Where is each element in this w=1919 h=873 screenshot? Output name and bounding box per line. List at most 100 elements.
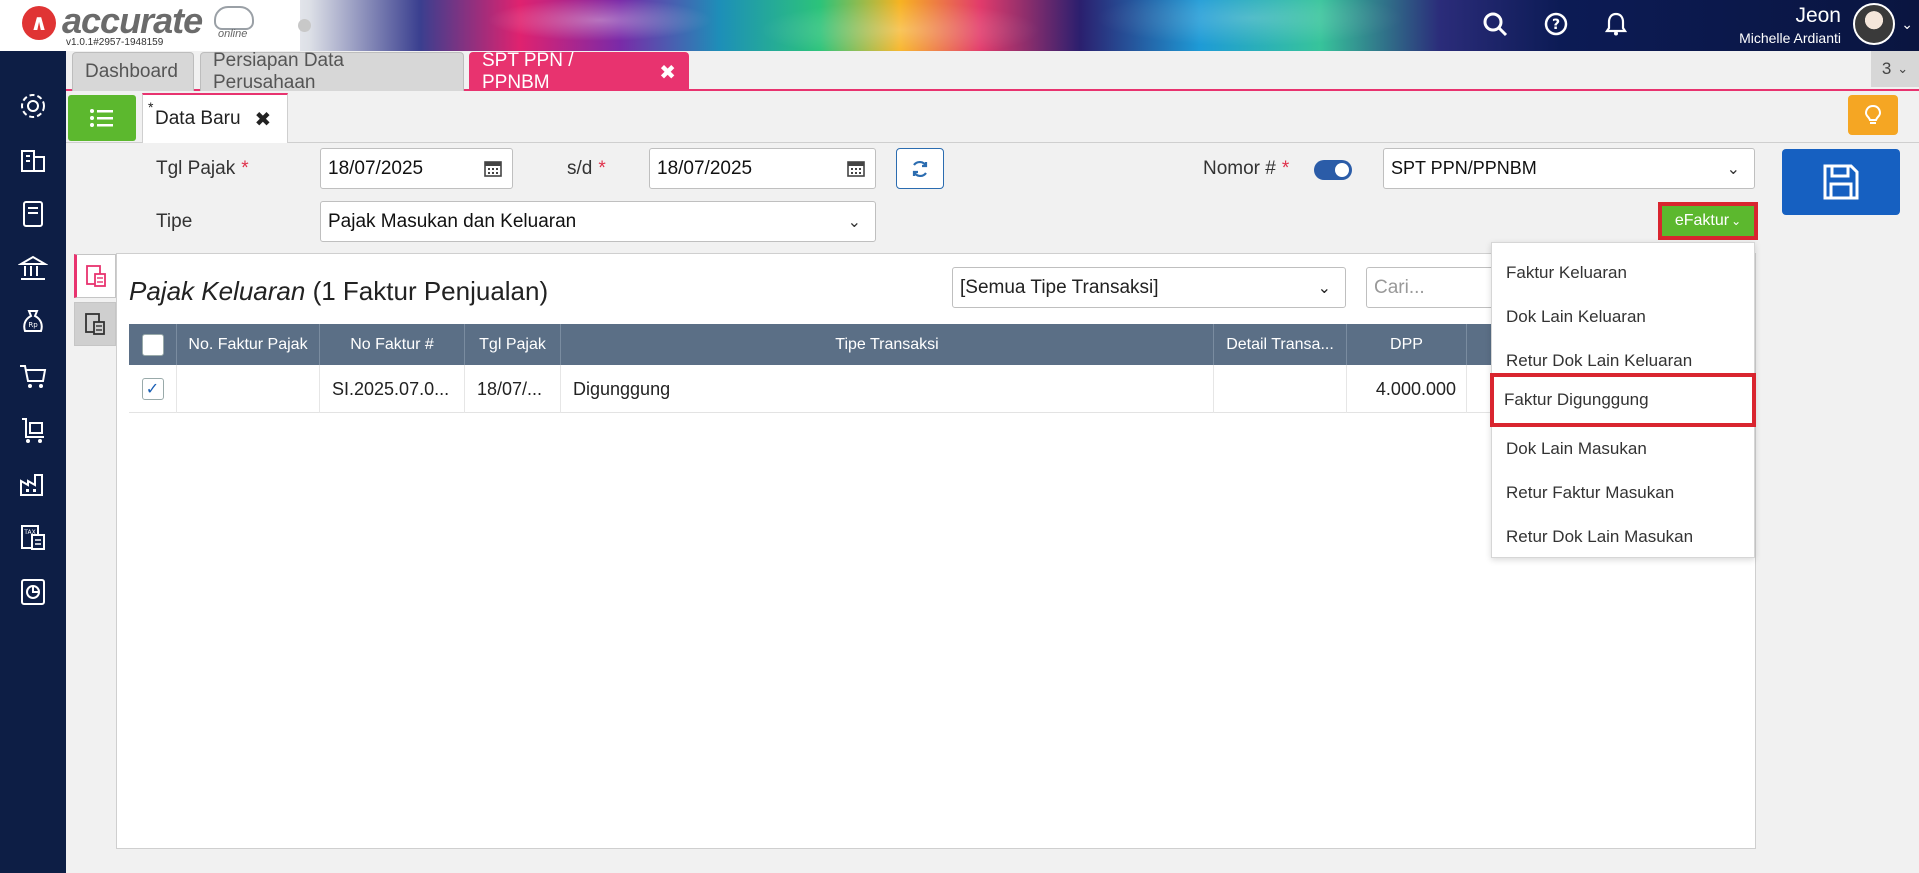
cloud-icon [214, 6, 254, 30]
calendar-icon[interactable] [847, 159, 865, 177]
nomor-label: Nomor # * [1203, 158, 1290, 179]
cart-icon[interactable] [16, 359, 50, 393]
tab-label: Dashboard [85, 61, 178, 82]
svg-text:?: ? [1552, 17, 1560, 33]
chevron-down-icon: ⌄ [1731, 214, 1742, 228]
panel-title-main: Pajak Keluaran [129, 276, 306, 306]
menu-item-retur-dok-lain-masukan[interactable]: Retur Dok Lain Masukan [1492, 515, 1754, 559]
tgl-pajak-from-input[interactable]: 18/07/2025 [320, 148, 513, 189]
top-bar: ∧ accurate online v1.0.1#2957-1948159 ? … [0, 0, 1919, 51]
calendar-icon[interactable] [484, 159, 502, 177]
tab-dashboard[interactable]: Dashboard [72, 52, 194, 91]
tgl-pajak-to-input[interactable]: 18/07/2025 [649, 148, 876, 189]
tax-doc-icon[interactable]: TAX [16, 521, 50, 555]
save-button[interactable] [1782, 149, 1900, 215]
module-tab-bar: Dashboard Persiapan Data Perusahaan SPT … [66, 50, 1919, 93]
gear-icon[interactable] [16, 89, 50, 123]
avatar[interactable] [1853, 3, 1895, 45]
panel-title-count: (1 Faktur Penjualan) [312, 276, 549, 306]
transaction-type-filter[interactable]: [Semua Tipe Transaksi] ⌄ [952, 267, 1346, 308]
tipe-label: Tipe [156, 211, 193, 232]
row-checkbox[interactable]: ✓ [141, 378, 164, 400]
bell-icon[interactable] [1603, 11, 1629, 37]
col-dpp[interactable]: DPP [1347, 324, 1467, 365]
nomor-select[interactable]: SPT PPN/PPNBM ⌄ [1383, 148, 1755, 189]
unsaved-marker: * [148, 99, 154, 115]
select-value: [Semua Tipe Transaksi] [960, 276, 1159, 298]
lightbulb-icon [1864, 104, 1882, 124]
list-icon [90, 109, 113, 127]
date-value: 18/07/2025 [657, 157, 753, 179]
factory-icon[interactable] [16, 467, 50, 501]
tab-pajak-keluaran[interactable] [74, 254, 116, 298]
list-view-button[interactable] [68, 95, 136, 141]
company-name[interactable]: Michelle Ardianti [1739, 30, 1841, 46]
sd-label: s/d * [567, 158, 606, 179]
menu-item-faktur-keluaran[interactable]: Faktur Keluaran [1492, 251, 1754, 295]
tab-data-baru[interactable]: * Data Baru ✖ [142, 93, 288, 143]
select-all-checkbox[interactable] [141, 333, 164, 356]
menu-item-faktur-digunggung[interactable]: Faktur Digunggung [1490, 373, 1756, 427]
menu-item-retur-faktur-masukan[interactable]: Retur Faktur Masukan [1492, 471, 1754, 515]
refresh-button[interactable] [896, 148, 944, 189]
col-tipe-transaksi[interactable]: Tipe Transaksi [561, 324, 1214, 365]
col-no-faktur[interactable]: No Faktur # [320, 324, 465, 365]
tab-persiapan-data[interactable]: Persiapan Data Perusahaan [200, 50, 464, 93]
search-icon[interactable] [1482, 11, 1508, 37]
cell-detail [1214, 365, 1347, 413]
efaktur-button[interactable]: eFaktur ⌄ [1658, 202, 1758, 240]
select-value: SPT PPN/PPNBM [1391, 158, 1537, 178]
panel-title: Pajak Keluaran (1 Faktur Penjualan) [129, 276, 548, 307]
tipe-select[interactable]: Pajak Masukan dan Keluaran ⌄ [320, 201, 876, 242]
col-detail-transaksi[interactable]: Detail Transa... [1214, 324, 1347, 365]
tips-button[interactable] [1848, 95, 1898, 135]
search-placeholder: Cari... [1374, 276, 1425, 298]
tax-doc-icon [86, 265, 106, 287]
tab-spt-ppn[interactable]: SPT PPN / PPNBM ✖ [469, 50, 689, 93]
cell-dpp: 4.000.000 [1347, 365, 1467, 413]
logo[interactable]: ∧ accurate online v1.0.1#2957-1948159 [0, 0, 300, 51]
status-dot [298, 19, 311, 32]
auto-number-toggle[interactable] [1314, 160, 1352, 180]
logo-text: accurate [62, 0, 203, 41]
save-icon [1823, 164, 1859, 200]
sub-tab-bar: * Data Baru ✖ [66, 93, 1919, 143]
close-icon[interactable]: ✖ [255, 107, 272, 132]
date-value: 18/07/2025 [328, 157, 424, 179]
menu-item-dok-lain-keluaran[interactable]: Dok Lain Keluaran [1492, 295, 1754, 339]
logo-mark-icon: ∧ [22, 6, 56, 40]
version-label: v1.0.1#2957-1948159 [66, 37, 164, 48]
tab-pajak-masukan[interactable] [74, 302, 116, 346]
chevron-down-icon: ⌄ [1726, 161, 1740, 178]
bank-icon[interactable] [16, 251, 50, 285]
tab-count-dropdown[interactable]: 3 ⌄ [1871, 51, 1919, 87]
trolley-icon[interactable] [16, 413, 50, 447]
cell-no-faktur-pajak [177, 365, 320, 413]
search-input[interactable]: Cari... [1366, 267, 1506, 308]
close-icon[interactable]: ✖ [659, 60, 676, 85]
svg-text:TAX: TAX [23, 529, 35, 536]
chevron-down-icon: ⌄ [1317, 280, 1331, 297]
help-icon[interactable]: ? [1543, 11, 1569, 37]
building-icon[interactable] [16, 143, 50, 177]
row-check-cell: ✓ [129, 365, 177, 413]
tab-count: 3 [1881, 59, 1892, 78]
money-bag-icon[interactable]: Rp [16, 305, 50, 339]
efaktur-label: eFaktur [1674, 212, 1730, 229]
cell-tipe-transaksi: Digunggung [561, 365, 1214, 413]
logo-sub: online [218, 28, 248, 40]
col-no-faktur-pajak[interactable]: No. Faktur Pajak [177, 324, 320, 365]
menu-item-dok-lain-masukan[interactable]: Dok Lain Masukan [1492, 427, 1754, 471]
chevron-down-icon: ⌄ [847, 214, 861, 231]
chevron-down-icon[interactable]: ⌄ [1901, 16, 1913, 33]
report-icon[interactable] [16, 575, 50, 609]
tab-label: Persiapan Data Perusahaan [213, 50, 344, 93]
chevron-down-icon: ⌄ [1897, 61, 1909, 76]
select-all-cell [129, 324, 177, 365]
book-icon[interactable] [16, 197, 50, 231]
refresh-icon [912, 160, 928, 177]
col-tgl-pajak[interactable]: Tgl Pajak [465, 324, 561, 365]
select-value: Pajak Masukan dan Keluaran [328, 210, 577, 232]
user-name[interactable]: Jeon [1795, 4, 1841, 28]
cell-no-faktur: SI.2025.07.0... [320, 365, 465, 413]
